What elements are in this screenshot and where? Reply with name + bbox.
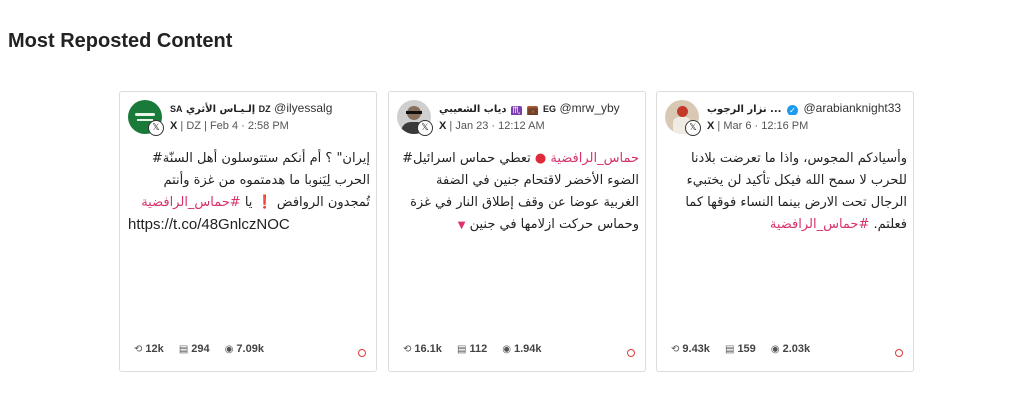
- handle[interactable]: @ilyessalg: [274, 101, 332, 115]
- text-line: للحرب لا سمح الله فيكل تأكيد لن يختبيء: [686, 173, 907, 188]
- reply-icon: ▤: [724, 344, 735, 355]
- handle[interactable]: @arabianknight33: [803, 101, 901, 115]
- text-line: إيران" ؟ أم أنكم ستتوسلون أهل السنّة#: [151, 151, 370, 166]
- country-code: DZ: [258, 104, 271, 114]
- view-count: ◉ 2.03k: [770, 343, 811, 355]
- briefcase-icon: 💼: [527, 106, 539, 115]
- post-link[interactable]: https://t.co/48GnlczNOC: [128, 216, 290, 233]
- x-logo-icon: 𝕏: [417, 120, 433, 136]
- author-line: دياب الشعيبي ♏ 💼 EG @mrw_yby: [439, 101, 639, 115]
- hashtag-link[interactable]: حماس_الرافضية: [550, 151, 639, 166]
- avatar[interactable]: 𝕏: [397, 100, 433, 136]
- reply-icon: ▤: [456, 344, 467, 355]
- post-text: حماس_الرافضية ● تعطي حماس اسرائيل# الضوء…: [397, 148, 639, 237]
- post-text: إيران" ؟ أم أنكم ستتوسلون أهل السنّة# ال…: [128, 148, 370, 237]
- reply-count: ▤ 112: [456, 343, 488, 355]
- platform-label: X: [170, 120, 178, 132]
- post-card[interactable]: 𝕏 نزار الرجوب ... ✓ @arabianknight33 X |…: [656, 91, 914, 372]
- view-count: ◉ 7.09k: [224, 343, 264, 355]
- post-card[interactable]: 𝕏 دياب الشعيبي ♏ 💼 EG @mrw_yby X | Jan 2…: [388, 91, 646, 372]
- repost-icon: ⟲: [403, 344, 412, 355]
- eye-icon: ◉: [224, 344, 234, 355]
- platform-label: X: [439, 120, 447, 132]
- post-date: DZ | Feb 4 · 2:58 PM: [186, 120, 289, 132]
- eye-icon: ◉: [770, 344, 780, 355]
- repost-count: ⟲ 12k: [134, 343, 164, 355]
- hashtag-link[interactable]: #حماس_الرافضية: [141, 195, 241, 210]
- post-meta: X | DZ | Feb 4 · 2:58 PM: [170, 120, 289, 132]
- post-stats: ⟲ 9.43k ▤ 159 ◉ 2.03k: [671, 343, 903, 359]
- text-line: وأسيادكم المجوس، واذا ما تعرضت بلادنا: [690, 151, 907, 166]
- exclamation-icon: ❗: [256, 195, 273, 210]
- eye-icon: ◉: [502, 344, 511, 355]
- post-stats: ⟲ 16.1k ▤ 112 ◉ 1.94k: [403, 343, 635, 359]
- avatar[interactable]: 𝕏: [665, 100, 701, 136]
- text-line: تُمجدون الروافض ❗ يا #حماس_الرافضية: [141, 195, 370, 210]
- author-line: نزار الرجوب ... ✓ @arabianknight33: [707, 101, 907, 115]
- repost-count: ⟲ 16.1k: [403, 343, 442, 355]
- display-name[interactable]: دياب الشعيبي: [439, 104, 506, 115]
- post-card[interactable]: 𝕏 SA إلـيـاس الأثري DZ @ilyessalg X | DZ…: [119, 91, 377, 372]
- post-text: وأسيادكم المجوس، واذا ما تعرضت بلادنا لل…: [665, 148, 907, 236]
- display-name[interactable]: إلـيـاس الأثري: [186, 104, 255, 115]
- platform-label: X: [707, 120, 715, 132]
- x-logo-icon: 𝕏: [148, 120, 164, 136]
- repost-count: ⟲ 9.43k: [671, 343, 710, 355]
- country-code: EG: [542, 104, 556, 114]
- hashtag-link[interactable]: #حماس_الرافضية: [770, 217, 870, 232]
- section-title: Most Reposted Content: [8, 30, 233, 52]
- repost-icon: ⟲: [134, 344, 143, 355]
- repost-icon: ⟲: [671, 344, 680, 355]
- text-line: الرجال تحت الارض بينما النساء فوقها كما: [685, 195, 907, 210]
- verified-badge-icon: ✓: [786, 105, 798, 115]
- text-line: الضوء الأخضر لاقتحام جنين في الضفة: [435, 173, 639, 188]
- avatar[interactable]: 𝕏: [128, 100, 164, 136]
- text-line: وحماس حركت ازلامها في جنين ▼: [457, 217, 639, 232]
- text-line: حماس_الرافضية ● تعطي حماس اسرائيل#: [402, 151, 639, 166]
- more-icon[interactable]: [895, 349, 903, 357]
- x-logo-icon: 𝕏: [685, 120, 701, 136]
- post-meta: X | Mar 6 · 12:16 PM: [707, 120, 809, 132]
- red-circle-icon: ●: [534, 151, 547, 166]
- text-line: فعلتم. #حماس_الرافضية: [769, 217, 907, 232]
- triangle-down-icon: ▼: [457, 220, 466, 231]
- country-flag: SA: [170, 104, 183, 114]
- post-date: Mar 6 · 12:16 PM: [723, 120, 809, 132]
- text-line: الحرب لِيَنوبا ما هدمتموه من غزة وأنتم: [163, 173, 370, 188]
- reply-count: ▤ 294: [178, 343, 210, 355]
- more-icon[interactable]: [627, 349, 635, 357]
- view-count: ◉ 1.94k: [502, 343, 542, 355]
- reply-count: ▤ 159: [724, 343, 756, 355]
- reply-icon: ▤: [178, 344, 189, 355]
- author-line: SA إلـيـاس الأثري DZ @ilyessalg: [170, 101, 370, 115]
- zodiac-icon: ♏: [510, 106, 522, 115]
- handle[interactable]: @mrw_yby: [559, 101, 619, 115]
- post-date: Jan 23 · 12:12 AM: [455, 120, 545, 132]
- post-stats: ⟲ 12k ▤ 294 ◉ 7.09k: [134, 343, 366, 359]
- display-name[interactable]: نزار الرجوب ...: [707, 104, 781, 115]
- text-line: الغربية عوضا عن وقف إطلاق النار في غزة: [410, 195, 639, 210]
- post-meta: X | Jan 23 · 12:12 AM: [439, 120, 545, 132]
- more-icon[interactable]: [358, 349, 366, 357]
